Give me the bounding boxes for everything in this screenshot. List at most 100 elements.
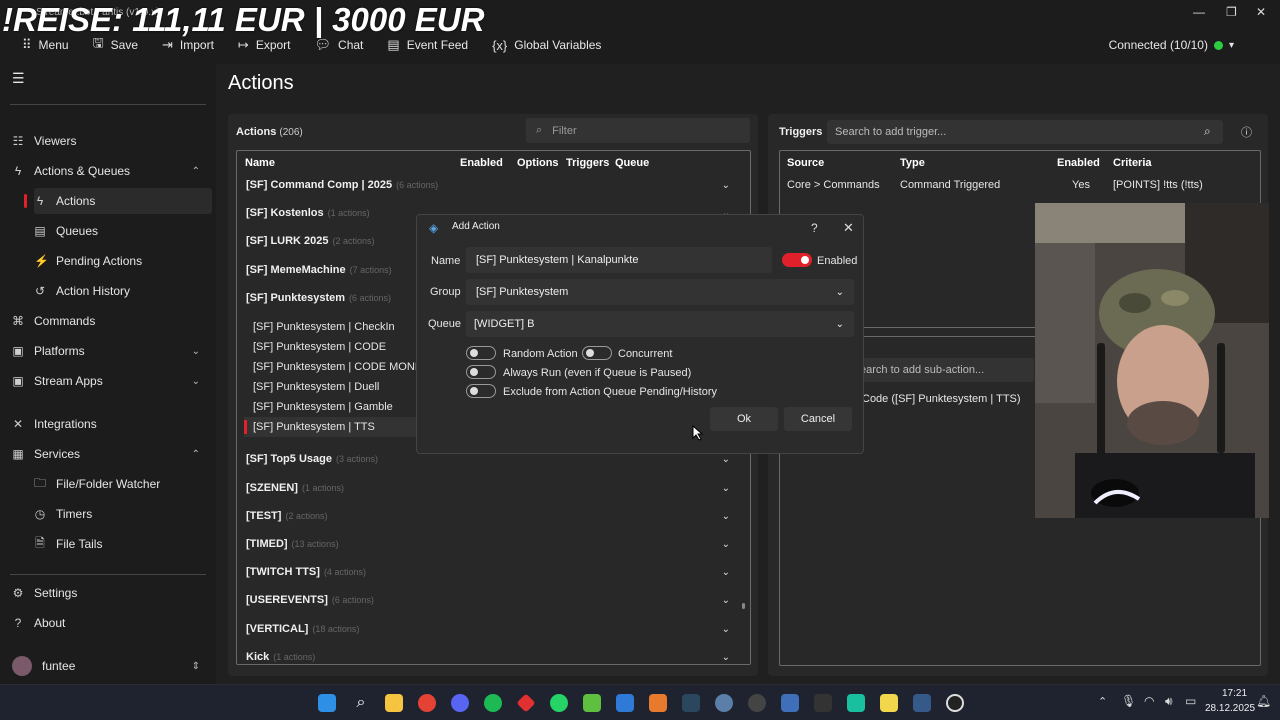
action-row[interactable]: [SF] Punktesystem | CheckIn [244,317,434,337]
notification-icon[interactable]: 🔔︎ [1256,694,1271,708]
sidebar-item-queues[interactable]: ▤ Queues [34,218,212,244]
chevron-up-icon[interactable]: ⌃ [1098,695,1107,708]
action-row[interactable]: [SF] Punktesystem | Gamble [244,397,434,417]
clock-date[interactable]: 28.12.2025 [1205,703,1255,714]
trigger-source[interactable]: Core > Commands [787,179,880,191]
file-explorer-icon[interactable] [385,694,403,712]
chrome-icon[interactable] [418,694,436,712]
queue-select[interactable]: [WIDGET] B ⌄ [466,311,854,337]
sidebar-item-about[interactable]: ? About [12,610,204,636]
group-select[interactable]: [SF] Punktesystem ⌄ [466,279,854,305]
sidebar-item-settings[interactable]: ⚙ Settings [12,580,204,606]
maximize-button[interactable]: ❐ [1226,5,1237,19]
always-run-toggle[interactable] [466,365,496,379]
hamburger-icon[interactable]: ☰ [12,70,25,87]
sidebar-item-viewers[interactable]: ☷ Viewers [12,128,204,154]
exclude-history-toggle[interactable] [466,384,496,398]
app-icon[interactable] [847,694,865,712]
sidebar-item-file-folder-watcher[interactable]: 🗀 File/Folder Watcher [34,471,212,497]
trigger-type[interactable]: Command Triggered [900,179,1000,191]
sidebar-item-file-tails[interactable]: 🗎 File Tails [34,531,212,557]
group-row[interactable]: [TIMED] (13 actions) ⌄ [238,531,736,557]
sidebar-item-commands[interactable]: ⌘ Commands [12,308,204,334]
column-header-criteria[interactable]: Criteria [1113,157,1152,169]
column-header-enabled[interactable]: Enabled [1057,157,1100,169]
group-row[interactable]: [VERTICAL] (18 actions) ⌄ [238,616,736,642]
windows-start-icon[interactable] [318,694,336,712]
column-header-source[interactable]: Source [787,157,824,169]
search-icon[interactable]: ⌕ [352,694,370,712]
sidebar-item-services[interactable]: ▦ Services ⌃ [12,441,204,467]
sidebar-item-pending-actions[interactable]: ⚡ Pending Actions [34,248,212,274]
column-header-queue[interactable]: Queue [615,157,649,169]
app-icon[interactable] [516,693,536,713]
close-window-button[interactable]: ✕ [1256,5,1266,19]
close-icon[interactable]: ✕ [843,220,854,236]
scrollbar-thumb[interactable] [742,603,745,609]
volume-icon[interactable]: 🔊︎ [1165,694,1173,709]
help-icon[interactable]: ? [811,221,818,235]
microphone-icon[interactable]: 🎙︎ [1121,694,1136,708]
minimize-button[interactable]: — [1193,5,1205,19]
subaction-row[interactable]: Code ([SF] Punktesystem | TTS) [862,393,1021,405]
sticky-notes-icon[interactable] [880,694,898,712]
chatgpt-icon[interactable] [946,694,964,712]
trigger-enabled[interactable]: Yes [1072,179,1090,191]
group-row[interactable]: [TEST] (2 actions) ⌄ [238,503,736,529]
enabled-toggle[interactable] [782,253,812,267]
trigger-search-input[interactable]: Search to add trigger... [827,120,1223,144]
subaction-search-input[interactable]: earch to add sub-action... [858,358,1034,382]
chevron-down-icon: ▾ [1228,39,1234,51]
column-header-type[interactable]: Type [900,157,925,169]
app-icon[interactable] [583,694,601,712]
wifi-icon[interactable]: ◠ [1144,694,1154,708]
global-variables-button[interactable]: {x} Global Variables [480,36,613,54]
divider [10,574,206,575]
random-action-toggle[interactable] [466,346,496,360]
sidebar-item-timers[interactable]: ◷ Timers [34,501,212,527]
group-row[interactable]: Kick (1 actions) ⌄ [238,644,736,670]
group-row[interactable]: [SZENEN] (1 actions) ⌄ [238,475,736,501]
user-profile[interactable]: funtee ⇕ [12,653,204,679]
clock-time[interactable]: 17:21 [1222,688,1247,699]
column-header-triggers[interactable]: Triggers [566,157,609,169]
sidebar-item-actions[interactable]: ϟ Actions [24,188,212,214]
ok-button[interactable]: Ok [710,407,778,431]
action-row[interactable]: [SF] Punktesystem | Duell [244,377,434,397]
app-icon[interactable] [913,694,931,712]
column-header-name[interactable]: Name [245,157,275,169]
steam-icon[interactable] [682,694,700,712]
connection-status[interactable]: Connected (10/10) ▾ [1109,38,1234,52]
app-icon[interactable] [649,694,667,712]
app-icon[interactable] [814,694,832,712]
group-row[interactable]: [TWITCH TTS] (4 actions) ⌄ [238,559,736,585]
action-row-selected[interactable]: [SF] Punktesystem | TTS [244,417,434,437]
filter-input[interactable]: ⌕ Filter [526,118,750,143]
sidebar-item-stream-apps[interactable]: ▣ Stream Apps ⌄ [12,368,204,394]
streamerbot-icon[interactable] [781,694,799,712]
sidebar-item-action-history[interactable]: ↺ Action History [34,278,212,304]
cancel-button[interactable]: Cancel [784,407,852,431]
app-icon[interactable] [715,694,733,712]
group-row[interactable]: [SF] Command Comp | 2025 (6 actions) ⌄ [238,172,736,198]
battery-icon[interactable]: ▭ [1185,694,1196,708]
sidebar-item-platforms[interactable]: ▣ Platforms ⌄ [12,338,204,364]
column-header-options[interactable]: Options [517,157,559,169]
action-row[interactable]: [SF] Punktesystem | CODE [244,337,434,357]
whatsapp-icon[interactable] [550,694,568,712]
trigger-criteria[interactable]: [POINTS] !tts (!tts) [1113,179,1203,191]
search-icon[interactable]: ⌕ [1204,124,1211,139]
concurrent-toggle[interactable] [582,346,612,360]
sidebar-item-integrations[interactable]: ✕ Integrations [12,411,204,437]
column-header-enabled[interactable]: Enabled [460,157,503,169]
chevron-down-icon: ⌄ [191,375,200,387]
group-row[interactable]: [USEREVENTS] (6 actions) ⌄ [238,587,736,613]
name-input[interactable]: [SF] Punktesystem | Kanalpunkte [466,247,772,273]
obs-icon[interactable] [748,694,766,712]
vscode-icon[interactable] [616,694,634,712]
sidebar-item-actions-queues[interactable]: ϟ Actions & Queues ⌃ [12,158,204,184]
action-row[interactable]: [SF] Punktesystem | CODE MONITÄ [244,357,416,377]
info-icon[interactable]: ⓘ [1241,124,1252,140]
discord-icon[interactable] [451,694,469,712]
spotify-icon[interactable] [484,694,502,712]
